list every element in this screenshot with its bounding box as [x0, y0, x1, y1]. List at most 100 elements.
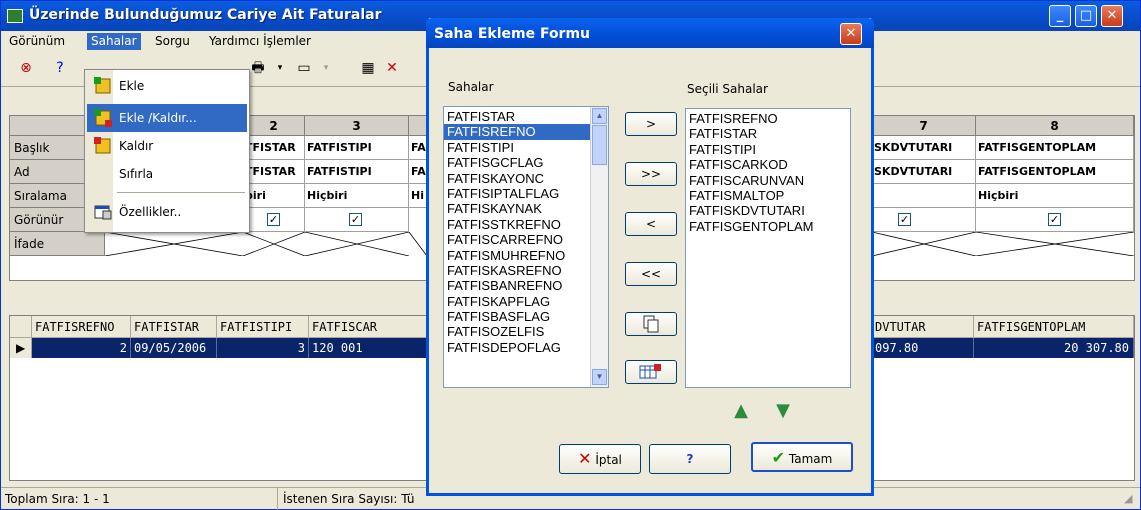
stop-icon[interactable]: ⊗	[15, 57, 37, 79]
cell-car[interactable]: 120 001	[309, 338, 429, 358]
visible-checkbox[interactable]: ✓	[267, 213, 280, 226]
cell-refno[interactable]: 2	[32, 338, 131, 358]
list-item[interactable]: FATFISREFNO	[444, 124, 590, 140]
cell-dvtutar[interactable]: 097.80	[872, 338, 974, 358]
menu-item-kaldir[interactable]: Kaldır	[87, 132, 247, 160]
close-button[interactable]: ✕	[1101, 5, 1123, 27]
visible-checkbox[interactable]: ✓	[898, 213, 911, 226]
move-all-right-button[interactable]: >>	[625, 162, 677, 186]
grid-columns-button[interactable]	[625, 360, 677, 384]
list-item[interactable]: FATFISCARUNVAN	[686, 173, 848, 188]
scroll-up-arrow-icon[interactable]: ▲	[592, 108, 607, 124]
list-item[interactable]: FATFISGCFLAG	[444, 155, 590, 170]
menu-item-ekle[interactable]: Ekle	[87, 72, 247, 100]
scroll-thumb[interactable]	[592, 125, 607, 165]
dialog-close-button[interactable]: ✕	[840, 23, 862, 45]
copy-button[interactable]	[625, 312, 677, 336]
dialog-titlebar[interactable]: Saha Ekleme Formu ✕	[426, 18, 874, 48]
cell-ad-4[interactable]: FA	[409, 160, 427, 184]
cell-siralama-2[interactable]: biri	[243, 184, 305, 208]
resize-grip-icon[interactable]: ◢	[1124, 492, 1138, 506]
cell-siralama-7[interactable]	[872, 184, 976, 208]
print-icon[interactable]: 🖶	[247, 57, 269, 79]
cell-siralama-3[interactable]: Hiçbiri	[305, 184, 409, 208]
dropdown-arrow-icon[interactable]: ▾	[315, 57, 337, 79]
delete-icon[interactable]: ✕	[381, 57, 403, 79]
list-item[interactable]: FATFISKAYNAK	[444, 201, 590, 216]
list-item[interactable]: FATFISMALTOP	[686, 188, 848, 203]
list-item[interactable]: FATFISKAPFLAG	[444, 294, 590, 309]
list-item[interactable]: FATFISSTKREFNO	[444, 217, 590, 232]
window-icon[interactable]: ▭	[293, 57, 315, 79]
cell-ad-7[interactable]: SKDVTUTARI	[872, 160, 976, 184]
cell-baslik-8[interactable]: FATFISGENTOPLAM	[976, 136, 1134, 160]
list-item[interactable]: FATFISKDVTUTARI	[686, 203, 848, 218]
maximize-button[interactable]: □	[1075, 5, 1097, 27]
current-row-indicator[interactable]: ▶	[10, 338, 32, 358]
menu-item-ekle-kaldir[interactable]: Ekle /Kaldır...	[87, 104, 247, 132]
menu-sorgu[interactable]: Sorgu	[151, 33, 194, 50]
minimize-button[interactable]: _	[1049, 5, 1071, 27]
menu-yardimci[interactable]: Yardımcı İşlemler	[205, 33, 315, 50]
cell-baslik-2[interactable]: TFISTAR	[243, 136, 305, 160]
col-fatfisrefno[interactable]: FATFISREFNO	[32, 316, 131, 338]
list-item[interactable]: FATFISTAR	[444, 109, 590, 124]
col-fatfiscar[interactable]: FATFISCAR	[309, 316, 429, 338]
help-button[interactable]: ?	[649, 444, 731, 474]
cell-ad-2[interactable]: TFISTAR	[243, 160, 305, 184]
list-item[interactable]: FATFISTAR	[686, 126, 848, 141]
list-scrollbar[interactable]: ▲ ▼	[590, 107, 608, 387]
cell-baslik-4[interactable]: FA	[409, 136, 427, 160]
selected-fields-list[interactable]: FATFISREFNO FATFISTAR FATFISTIPI FATFISCARK…	[685, 108, 851, 388]
col-header-2[interactable]: 2	[243, 116, 305, 136]
menu-item-ozellikler[interactable]: Özellikler..	[87, 198, 247, 226]
cell-siralama-8[interactable]: Hiçbiri	[976, 184, 1134, 208]
cell-tar[interactable]: 09/05/2006	[131, 338, 217, 358]
col-fatfisgentoplam[interactable]: FATFISGENTOPLAM	[974, 316, 1134, 338]
available-fields-list[interactable]: FATFISTAR FATFISREFNO FATFISTIPI FATFISGCFL…	[443, 106, 609, 388]
list-item[interactable]: FATFISOZELFIS	[444, 324, 590, 339]
cell-baslik-3[interactable]: FATFISTIPI	[305, 136, 409, 160]
move-up-arrow-icon[interactable]: ▲	[731, 400, 751, 421]
list-item[interactable]: FATFISMUHREFNO	[444, 248, 590, 263]
list-item[interactable]: FATFISTIPI	[444, 140, 590, 155]
list-item[interactable]: FATFISKAYONC	[444, 171, 590, 186]
visible-checkbox[interactable]: ✓	[1048, 213, 1061, 226]
move-all-left-button[interactable]: <<	[625, 262, 677, 286]
ok-button[interactable]: ✔ Tamam	[751, 442, 853, 472]
cancel-button[interactable]: ✕ İptal	[559, 444, 641, 474]
col-header-7[interactable]: 7	[872, 116, 976, 136]
list-item[interactable]: FATFISIPTALFLAG	[444, 186, 590, 201]
col-dvtutar[interactable]: DVTUTAR	[872, 316, 974, 338]
move-down-arrow-icon[interactable]: ▼	[773, 400, 793, 421]
col-fatfistar[interactable]: FATFISTAR	[131, 316, 217, 338]
cell-ad-3[interactable]: FATFISTIPI	[305, 160, 409, 184]
cell-baslik-7[interactable]: SKDVTUTARI	[872, 136, 976, 160]
grid-icon[interactable]: ▦	[357, 57, 379, 79]
dropdown-arrow-icon[interactable]: ▾	[269, 57, 291, 79]
col-header-3[interactable]: 3	[305, 116, 409, 136]
list-item[interactable]: FATFISREFNO	[686, 111, 848, 126]
move-left-button[interactable]: <	[625, 212, 677, 236]
list-item[interactable]: FATFISDEPOFLAG	[444, 340, 590, 355]
cell-gentoplam[interactable]: 20 307.80	[974, 338, 1134, 358]
cell-gorunur-3[interactable]: ✓	[305, 208, 409, 232]
col-header-8[interactable]: 8	[976, 116, 1134, 136]
cell-gorunur-2[interactable]: ✓	[243, 208, 305, 232]
cell-gorunur-8[interactable]: ✓	[976, 208, 1134, 232]
cell-tipi[interactable]: 3	[217, 338, 309, 358]
menu-item-sifirla[interactable]: Sıfırla	[87, 160, 247, 188]
cell-ad-8[interactable]: FATFISGENTOPLAM	[976, 160, 1134, 184]
list-item[interactable]: FATFISGENTOPLAM	[686, 219, 848, 234]
list-item[interactable]: FATFISBANREFNO	[444, 278, 590, 293]
list-item[interactable]: FATFISBASFLAG	[444, 309, 590, 324]
col-fatfistipi[interactable]: FATFISTIPI	[217, 316, 309, 338]
help-icon[interactable]: ?	[49, 57, 71, 79]
menu-gorunum[interactable]: Görünüm	[5, 33, 69, 50]
scroll-down-arrow-icon[interactable]: ▼	[592, 369, 607, 385]
list-item[interactable]: FATFISCARREFNO	[444, 232, 590, 247]
list-item[interactable]: FATFISKASREFNO	[444, 263, 590, 278]
visible-checkbox[interactable]: ✓	[349, 213, 362, 226]
list-item[interactable]: FATFISTIPI	[686, 142, 848, 157]
cell-siralama-4[interactable]: Hi	[409, 184, 427, 208]
